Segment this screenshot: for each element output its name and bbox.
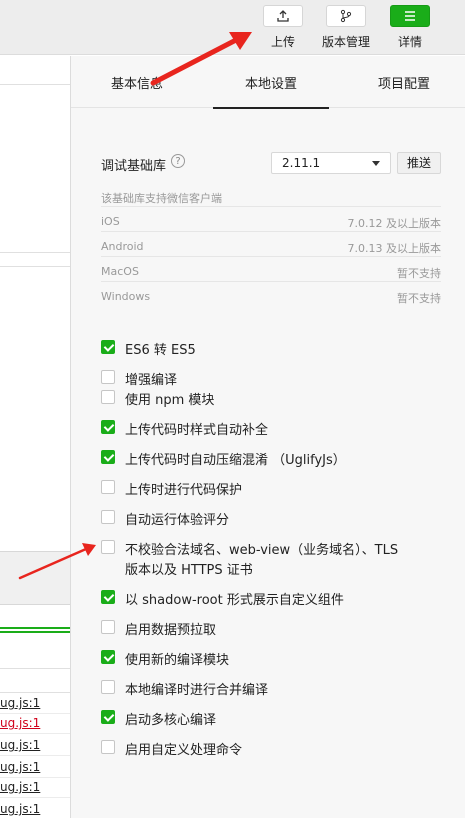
console-source-link[interactable]: ug.js:1 [0, 716, 70, 730]
tab-project-config[interactable]: 项目配置 [357, 56, 451, 108]
option-label: 上传代码时自动压缩混淆 （UglifyJs） [125, 453, 346, 468]
checkbox[interactable] [101, 680, 115, 694]
divider [0, 252, 70, 253]
checkbox[interactable] [101, 740, 115, 754]
platform-row: iOS 7.0.12 及以上版本 [101, 206, 441, 231]
checkbox[interactable] [101, 390, 115, 404]
tab-basic-info[interactable]: 基本信息 [91, 56, 183, 108]
console-source-link[interactable]: ug.js:1 [0, 780, 70, 794]
console-source-link[interactable]: ug.js:1 [0, 760, 70, 774]
checkbox[interactable] [101, 450, 115, 464]
chevron-down-icon [372, 161, 380, 166]
lib-version-value: 2.11.1 [282, 156, 321, 170]
option-label: 启用数据预拉取 [125, 623, 217, 638]
option-label: 以 shadow-root 形式展示自定义组件 [125, 593, 344, 608]
platform-row: Android 7.0.13 及以上版本 [101, 231, 441, 256]
details-panel: 基本信息 本地设置 项目配置 调试基础库 ? 2.11.1 推送 该基础库支持微… [70, 56, 465, 818]
help-icon[interactable]: ? [171, 154, 185, 168]
platform-row: MacOS 暂不支持 [101, 256, 441, 281]
platform-name: Android [101, 240, 144, 253]
platform-name: Windows [101, 290, 151, 303]
checkbox[interactable] [101, 710, 115, 724]
details-button[interactable]: 详情 [380, 5, 440, 50]
upload-icon [263, 5, 303, 27]
platform-name: iOS [101, 215, 120, 228]
checkbox[interactable] [101, 340, 115, 354]
branch-icon [326, 5, 366, 27]
platform-row: Windows 暂不支持 [101, 281, 441, 306]
console-source-link[interactable]: ug.js:1 [0, 802, 70, 816]
divider [0, 668, 70, 669]
debug-lib-label: 调试基础库 [101, 159, 167, 174]
divider [0, 84, 70, 85]
option-label: 使用新的编译模块 [125, 653, 230, 668]
upload-label: 上传 [270, 35, 295, 49]
divider [0, 692, 70, 693]
platform-version: 暂不支持 [397, 292, 441, 305]
checkbox[interactable] [101, 620, 115, 634]
option-label: 不校验合法域名、web-view（业务域名）、TLS [125, 543, 399, 558]
checkbox[interactable] [101, 480, 115, 494]
option-label: 启用自定义处理命令 [125, 743, 243, 758]
option-label-line2: 版本以及 HTTPS 证书 [125, 563, 253, 578]
checkbox[interactable] [101, 420, 115, 434]
platform-version: 7.0.13 及以上版本 [347, 242, 441, 255]
details-tabs: 基本信息 本地设置 项目配置 [71, 56, 465, 109]
menu-icon [390, 5, 430, 27]
checkbox[interactable] [101, 370, 115, 384]
chart-line [0, 631, 70, 633]
details-label: 详情 [397, 35, 422, 49]
top-toolbar: 上传 版本管理 详情 [0, 0, 465, 55]
console-source-link[interactable]: ug.js:1 [0, 696, 70, 710]
version-management-label: 版本管理 [321, 35, 370, 49]
support-note: 该基础库支持微信客户端 [101, 192, 222, 205]
chart-line [0, 627, 70, 629]
option-label: ES6 转 ES5 [125, 343, 196, 358]
option-label: 本地编译时进行合并编译 [125, 683, 269, 698]
option-label: 使用 npm 模块 [125, 393, 215, 408]
left-background-panel: ug.js:1 ug.js:1 ug.js:1 ug.js:1 ug.js:1 … [0, 56, 70, 818]
version-management-button[interactable]: 版本管理 [316, 5, 376, 50]
option-label: 上传时进行代码保护 [125, 483, 243, 498]
checkbox[interactable] [101, 590, 115, 604]
console-source-link[interactable]: ug.js:1 [0, 738, 70, 752]
option-label: 启动多核心编译 [125, 713, 217, 728]
platform-version: 7.0.12 及以上版本 [347, 217, 441, 230]
option-label: 上传代码时样式自动补全 [125, 423, 269, 438]
option-label: 增强编译 [125, 373, 178, 388]
debug-lib-row: 调试基础库 ? 2.11.1 推送 [101, 152, 441, 174]
checkbox[interactable] [101, 540, 115, 554]
platform-name: MacOS [101, 265, 139, 278]
console-header [0, 551, 70, 605]
platform-version: 暂不支持 [397, 267, 441, 280]
lib-version-select[interactable]: 2.11.1 [271, 152, 391, 174]
option-label: 自动运行体验评分 [125, 513, 230, 528]
tab-local-settings[interactable]: 本地设置 [213, 56, 329, 109]
push-button[interactable]: 推送 [397, 152, 441, 174]
divider [0, 266, 70, 267]
upload-button[interactable]: 上传 [253, 5, 313, 50]
checkbox[interactable] [101, 510, 115, 524]
checkbox[interactable] [101, 650, 115, 664]
